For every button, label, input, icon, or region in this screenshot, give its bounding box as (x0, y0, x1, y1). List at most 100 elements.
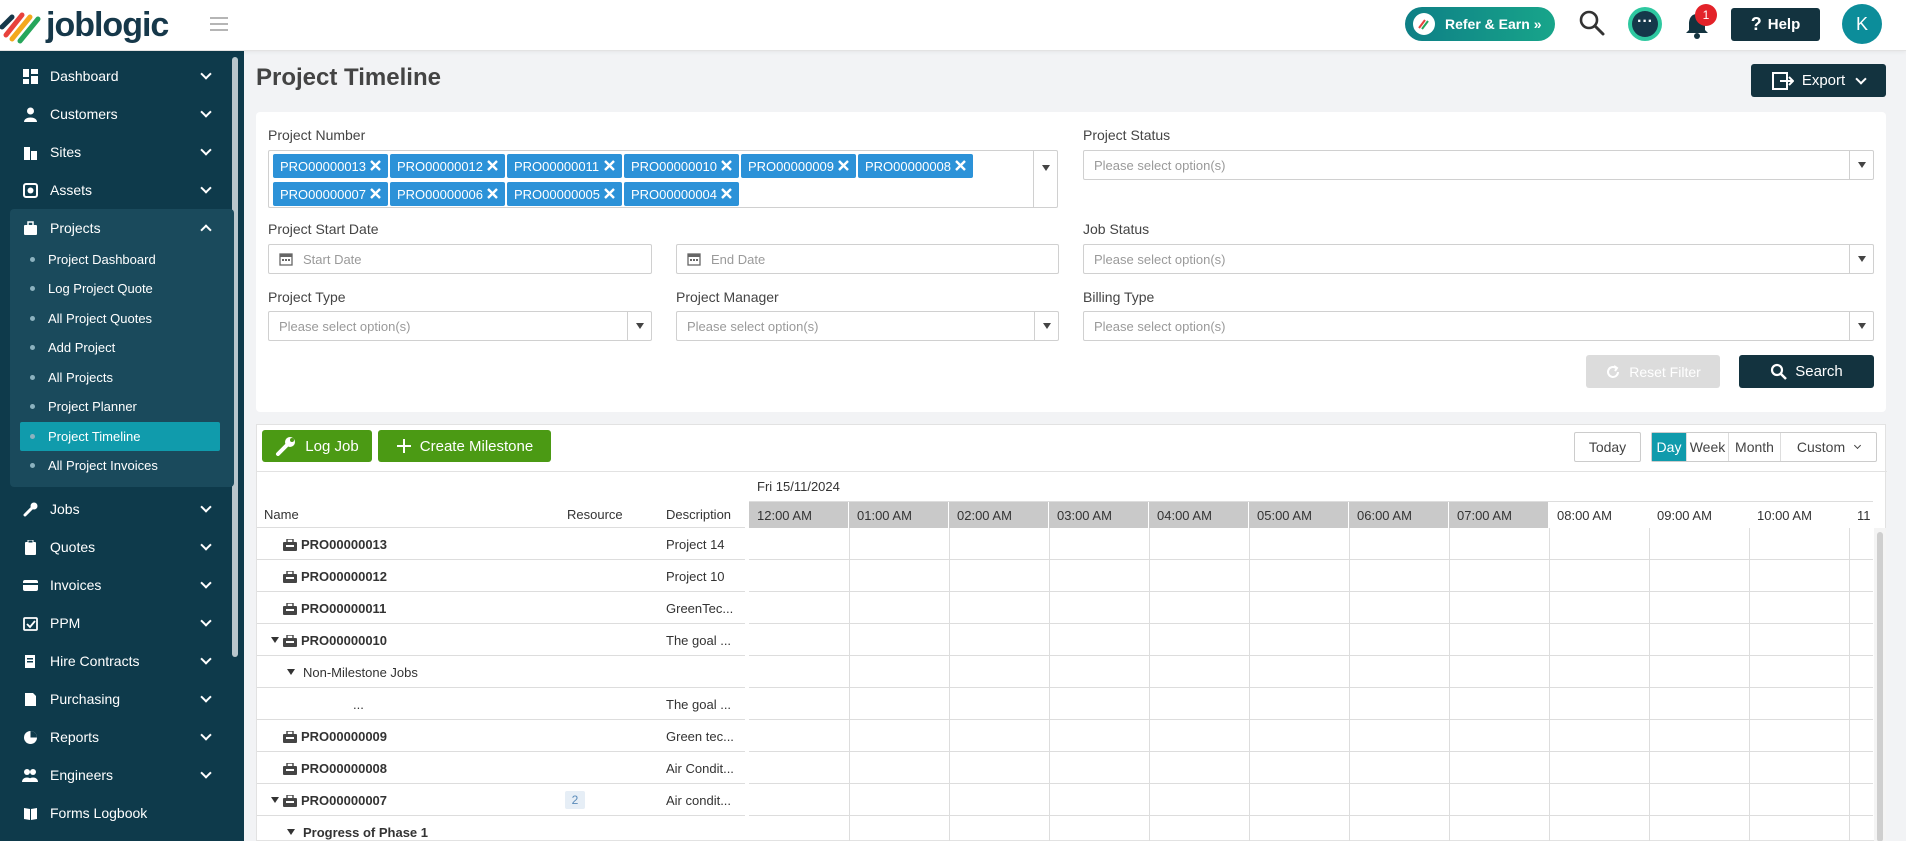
table-row[interactable]: PRO00000013 Project 14 (257, 528, 745, 560)
resource-count-badge[interactable]: 2 (565, 791, 585, 809)
log-job-button[interactable]: Log Job (262, 430, 372, 462)
expand-toggle-icon[interactable] (271, 797, 279, 803)
timeline-row[interactable] (749, 656, 1873, 688)
remove-icon[interactable] (369, 187, 382, 200)
project-number-chip[interactable]: PRO00000009 (741, 154, 856, 178)
timeline-row[interactable] (749, 624, 1873, 656)
table-row[interactable]: PRO00000012 Project 10 (257, 560, 745, 592)
view-week-button[interactable]: Week (1687, 433, 1729, 461)
table-row[interactable]: Non-Milestone Jobs (257, 656, 745, 688)
sidebar-subitem-all-projects[interactable]: All Projects (20, 363, 220, 392)
sidebar-subitem-all-project-invoices[interactable]: All Project Invoices (20, 451, 220, 480)
project-number-chip[interactable]: PRO00000007 (273, 182, 388, 206)
remove-icon[interactable] (369, 159, 382, 172)
dropdown-arrow-icon[interactable] (1033, 151, 1057, 207)
sidebar-item-customers[interactable]: Customers (0, 95, 236, 133)
expand-toggle-icon[interactable] (287, 669, 295, 675)
sidebar-subitem-all-project-quotes[interactable]: All Project Quotes (20, 304, 220, 333)
remove-icon[interactable] (720, 159, 733, 172)
remove-icon[interactable] (837, 159, 850, 172)
end-date-input[interactable]: End Date (676, 244, 1059, 274)
timeline-row[interactable] (749, 560, 1873, 592)
start-date-input[interactable]: Start Date (268, 244, 652, 274)
view-month-button[interactable]: Month (1729, 433, 1781, 461)
timeline-row[interactable] (749, 816, 1873, 841)
sidebar-item-invoices[interactable]: Invoices (0, 566, 236, 604)
billing-type-select[interactable]: Please select option(s) (1083, 311, 1874, 341)
sidebar-item-dashboard[interactable]: Dashboard (0, 57, 236, 95)
sidebar-item-assets[interactable]: Assets (0, 171, 236, 209)
timeline-row[interactable] (749, 752, 1873, 784)
sidebar-subitem-project-timeline[interactable]: Project Timeline (20, 422, 220, 451)
sidebar-subitem-log-project-quote[interactable]: Log Project Quote (20, 274, 220, 303)
remove-icon[interactable] (954, 159, 967, 172)
sidebar-item-purchasing[interactable]: Purchasing (0, 680, 236, 718)
project-number-chip[interactable]: PRO00000006 (390, 182, 505, 206)
table-row[interactable]: PRO00000009 Green tec... (257, 720, 745, 752)
table-row[interactable]: PRO00000008 Air Condit... (257, 752, 745, 784)
sidebar-item-projects[interactable]: Projects (0, 209, 236, 247)
remove-icon[interactable] (486, 187, 499, 200)
logo[interactable]: joblogic (0, 4, 169, 46)
job-status-select[interactable]: Please select option(s) (1083, 244, 1874, 274)
avatar[interactable]: K (1842, 4, 1882, 44)
sidebar-subitem-project-planner[interactable]: Project Planner (20, 392, 220, 421)
sidebar-item-engineers[interactable]: Engineers (0, 756, 236, 794)
expand-toggle-icon[interactable] (271, 637, 279, 643)
sidebar-item-jobs[interactable]: Jobs (0, 490, 236, 528)
search-icon[interactable] (1578, 9, 1606, 37)
view-custom-button[interactable]: Custom (1781, 433, 1876, 461)
table-row[interactable]: Progress of Phase 1 (257, 816, 745, 841)
reset-filter-button[interactable]: Reset Filter (1586, 355, 1720, 388)
chat-icon[interactable]: ··· (1628, 7, 1662, 41)
column-header-resource[interactable]: Resource (567, 507, 623, 522)
timeline-row[interactable] (749, 784, 1873, 816)
sidebar-item-sites[interactable]: Sites (0, 133, 236, 171)
project-number-chip[interactable]: PRO00000005 (507, 182, 622, 206)
table-row[interactable]: PRO00000010 The goal ... (257, 624, 745, 656)
sidebar-subitem-project-dashboard[interactable]: Project Dashboard (20, 245, 220, 274)
timeline-row[interactable] (749, 592, 1873, 624)
timeline-row[interactable] (749, 528, 1873, 560)
timeline-scrollbar[interactable] (1874, 528, 1886, 841)
date-header: Fri 15/11/2024 (749, 472, 1873, 502)
sidebar-item-quotes[interactable]: Quotes (0, 528, 236, 566)
project-type-select[interactable]: Please select option(s) (268, 311, 652, 341)
table-row[interactable]: ... The goal ... (257, 688, 745, 720)
project-number-chip[interactable]: PRO00000013 (273, 154, 388, 178)
export-button[interactable]: Export (1751, 64, 1886, 97)
project-number-chip[interactable]: PRO00000010 (624, 154, 739, 178)
refer-earn-button[interactable]: Refer & Earn » (1405, 7, 1555, 41)
hour-column-header: 08:00 AM (1549, 502, 1649, 528)
sidebar-item-hire-contracts[interactable]: Hire Contracts (0, 642, 236, 680)
sidebar-item-ppm[interactable]: PPM (0, 604, 236, 642)
create-milestone-button[interactable]: Create Milestone (378, 430, 551, 462)
table-row[interactable]: PRO00000011 GreenTec... (257, 592, 745, 624)
sidebar-subitem-add-project[interactable]: Add Project (20, 333, 220, 362)
remove-icon[interactable] (486, 159, 499, 172)
sidebar-item-forms-logbook[interactable]: Forms Logbook (0, 794, 236, 832)
column-header-name[interactable]: Name (264, 507, 299, 522)
help-button[interactable]: ? Help (1731, 8, 1820, 41)
remove-icon[interactable] (603, 187, 616, 200)
column-header-description[interactable]: Description (666, 507, 731, 522)
timeline-row[interactable] (749, 720, 1873, 752)
project-number-select[interactable]: PRO00000013 PRO00000012 PRO00000011 PRO0000… (268, 150, 1058, 208)
project-number-chip[interactable]: PRO00000011 (507, 154, 622, 178)
remove-icon[interactable] (603, 159, 616, 172)
menu-toggle-icon[interactable] (210, 17, 228, 31)
project-number-chip[interactable]: PRO00000004 (624, 182, 739, 206)
today-button[interactable]: Today (1574, 432, 1641, 462)
search-button[interactable]: Search (1739, 355, 1874, 388)
project-number-chip[interactable]: PRO00000008 (858, 154, 973, 178)
project-manager-select[interactable]: Please select option(s) (676, 311, 1059, 341)
project-status-select[interactable]: Please select option(s) (1083, 150, 1874, 180)
table-row[interactable]: PRO00000007 2 Air condit... (257, 784, 745, 816)
remove-icon[interactable] (720, 187, 733, 200)
timeline-row[interactable] (749, 688, 1873, 720)
view-day-button[interactable]: Day (1652, 433, 1687, 461)
create-milestone-label: Create Milestone (419, 437, 534, 455)
sidebar-item-reports[interactable]: Reports (0, 718, 236, 756)
expand-toggle-icon[interactable] (287, 829, 295, 835)
project-number-chip[interactable]: PRO00000012 (390, 154, 505, 178)
